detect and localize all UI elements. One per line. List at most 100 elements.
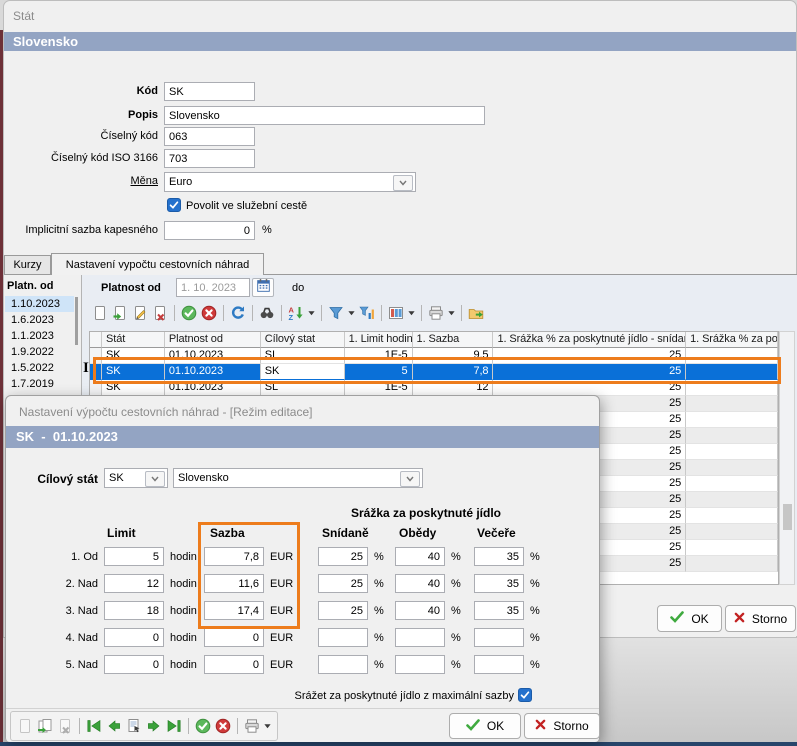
vecere-field[interactable] [474,628,524,647]
cancel-icon[interactable] [199,303,219,323]
dropdown-caret-icon[interactable] [446,303,457,323]
period-list-item[interactable]: 1.7.2019 [5,376,74,392]
snidane-field[interactable]: 25 [318,601,368,620]
dialog-ok-label: OK [487,719,504,733]
obedy-field[interactable] [395,628,445,647]
snidane-field[interactable]: 25 [318,574,368,593]
table-cell[interactable] [686,396,778,412]
cilovy-stat-code-combobox[interactable]: SK [104,468,168,488]
chevron-down-icon[interactable] [393,175,413,191]
srazet-checkbox[interactable] [518,688,532,702]
column-header[interactable]: 1. Limit hodin [345,332,413,348]
kod-field[interactable]: SK [164,82,255,101]
delete-record-icon[interactable] [150,303,170,323]
table-scrollbar-thumb[interactable] [783,504,792,530]
browse-record-icon[interactable] [124,716,144,736]
column-header[interactable]: Cílový stat [261,332,345,348]
tab-nastaveni-vypoctu[interactable]: Nastavení vypočtu cestovních náhrad [51,253,264,275]
mena-label[interactable]: Měna [64,175,158,187]
table-cell[interactable] [686,508,778,524]
filter-icon[interactable] [326,303,346,323]
table-cell[interactable] [686,476,778,492]
column-header[interactable]: 1. Srážka % za poskytnuté jídlo - snídan… [493,332,686,348]
table-cell[interactable] [686,556,778,572]
period-list-item[interactable]: 1.1.2023 [5,328,74,344]
export-folder-icon[interactable] [466,303,486,323]
chevron-down-icon[interactable] [400,471,420,487]
sazba-field[interactable]: 0 [204,628,264,647]
column-header[interactable]: 1. Srážka % za pos [686,332,778,348]
sazba-field[interactable]: 0 [204,655,264,674]
obedy-field[interactable] [395,655,445,674]
column-header[interactable]: Platnost od [165,332,261,348]
main-storno-button[interactable]: Storno [725,605,796,632]
nav-last-icon[interactable] [164,716,184,736]
table-cell[interactable] [686,524,778,540]
period-list-item[interactable]: 1.10.2023 [5,296,74,312]
tab-kurzy[interactable]: Kurzy [4,255,51,275]
copy-record-icon[interactable] [35,716,55,736]
platnost-od-date-field[interactable]: 1. 10. 2023 [176,278,250,297]
print-icon[interactable] [242,716,262,736]
vecere-field[interactable]: 35 [474,547,524,566]
dropdown-caret-icon[interactable] [346,303,357,323]
chevron-down-icon[interactable] [145,471,165,487]
limit-field[interactable]: 18 [104,601,164,620]
vecere-field[interactable]: 35 [474,601,524,620]
ciselny-kod-field[interactable]: 063 [164,127,255,146]
dialog-ok-button[interactable]: OK [449,713,521,739]
table-scrollbar[interactable] [779,331,795,585]
column-header[interactable]: Stát [102,332,165,348]
obedy-field[interactable]: 40 [395,547,445,566]
obedy-field[interactable]: 40 [395,601,445,620]
import-record-icon[interactable] [110,303,130,323]
povolit-checkbox[interactable] [167,198,181,212]
nav-first-icon[interactable] [84,716,104,736]
period-list-item[interactable]: 1.6.2023 [5,312,74,328]
table-cell[interactable] [686,540,778,556]
vecere-field[interactable] [474,655,524,674]
dialog-storno-button[interactable]: Storno [524,713,600,739]
limit-field[interactable]: 0 [104,655,164,674]
limit-field[interactable]: 0 [104,628,164,647]
table-cell[interactable] [686,444,778,460]
new-record-icon[interactable] [90,303,110,323]
confirm-icon[interactable] [193,716,213,736]
period-list-item[interactable]: 1.9.2022 [5,344,74,360]
refresh-icon[interactable] [228,303,248,323]
main-ok-button[interactable]: OK [657,605,722,632]
iso-field[interactable]: 703 [164,149,255,168]
columns-icon[interactable] [386,303,406,323]
nav-next-icon[interactable] [144,716,164,736]
table-cell[interactable] [686,428,778,444]
vecere-field[interactable]: 35 [474,574,524,593]
edit-record-icon[interactable] [130,303,150,323]
period-list-scrollbar[interactable] [75,297,78,345]
table-cell[interactable] [686,460,778,476]
table-cell[interactable] [686,492,778,508]
print-icon[interactable] [426,303,446,323]
cilovy-stat-name-combobox[interactable]: Slovensko [173,468,423,488]
dropdown-caret-icon[interactable] [262,716,273,736]
nav-prev-icon[interactable] [104,716,124,736]
mena-combobox[interactable]: Euro [164,172,416,192]
snidane-field[interactable] [318,655,368,674]
confirm-icon[interactable] [179,303,199,323]
column-header[interactable]: 1. Sazba [413,332,494,348]
table-cell[interactable] [686,412,778,428]
limit-field[interactable]: 12 [104,574,164,593]
cancel-icon[interactable] [213,716,233,736]
dropdown-caret-icon[interactable] [406,303,417,323]
filter-analysis-icon[interactable] [357,303,377,323]
kapesne-field[interactable]: 0 [164,221,255,240]
limit-field[interactable]: 5 [104,547,164,566]
period-list-item[interactable]: 1.5.2022 [5,360,74,376]
search-binoculars-icon[interactable] [257,303,277,323]
snidane-field[interactable]: 25 [318,547,368,566]
snidane-field[interactable] [318,628,368,647]
obedy-field[interactable]: 40 [395,574,445,593]
popis-field[interactable]: Slovensko [164,106,485,125]
calendar-button[interactable] [252,278,274,297]
sort-az-icon[interactable]: AZ [286,303,306,323]
dropdown-caret-icon[interactable] [306,303,317,323]
